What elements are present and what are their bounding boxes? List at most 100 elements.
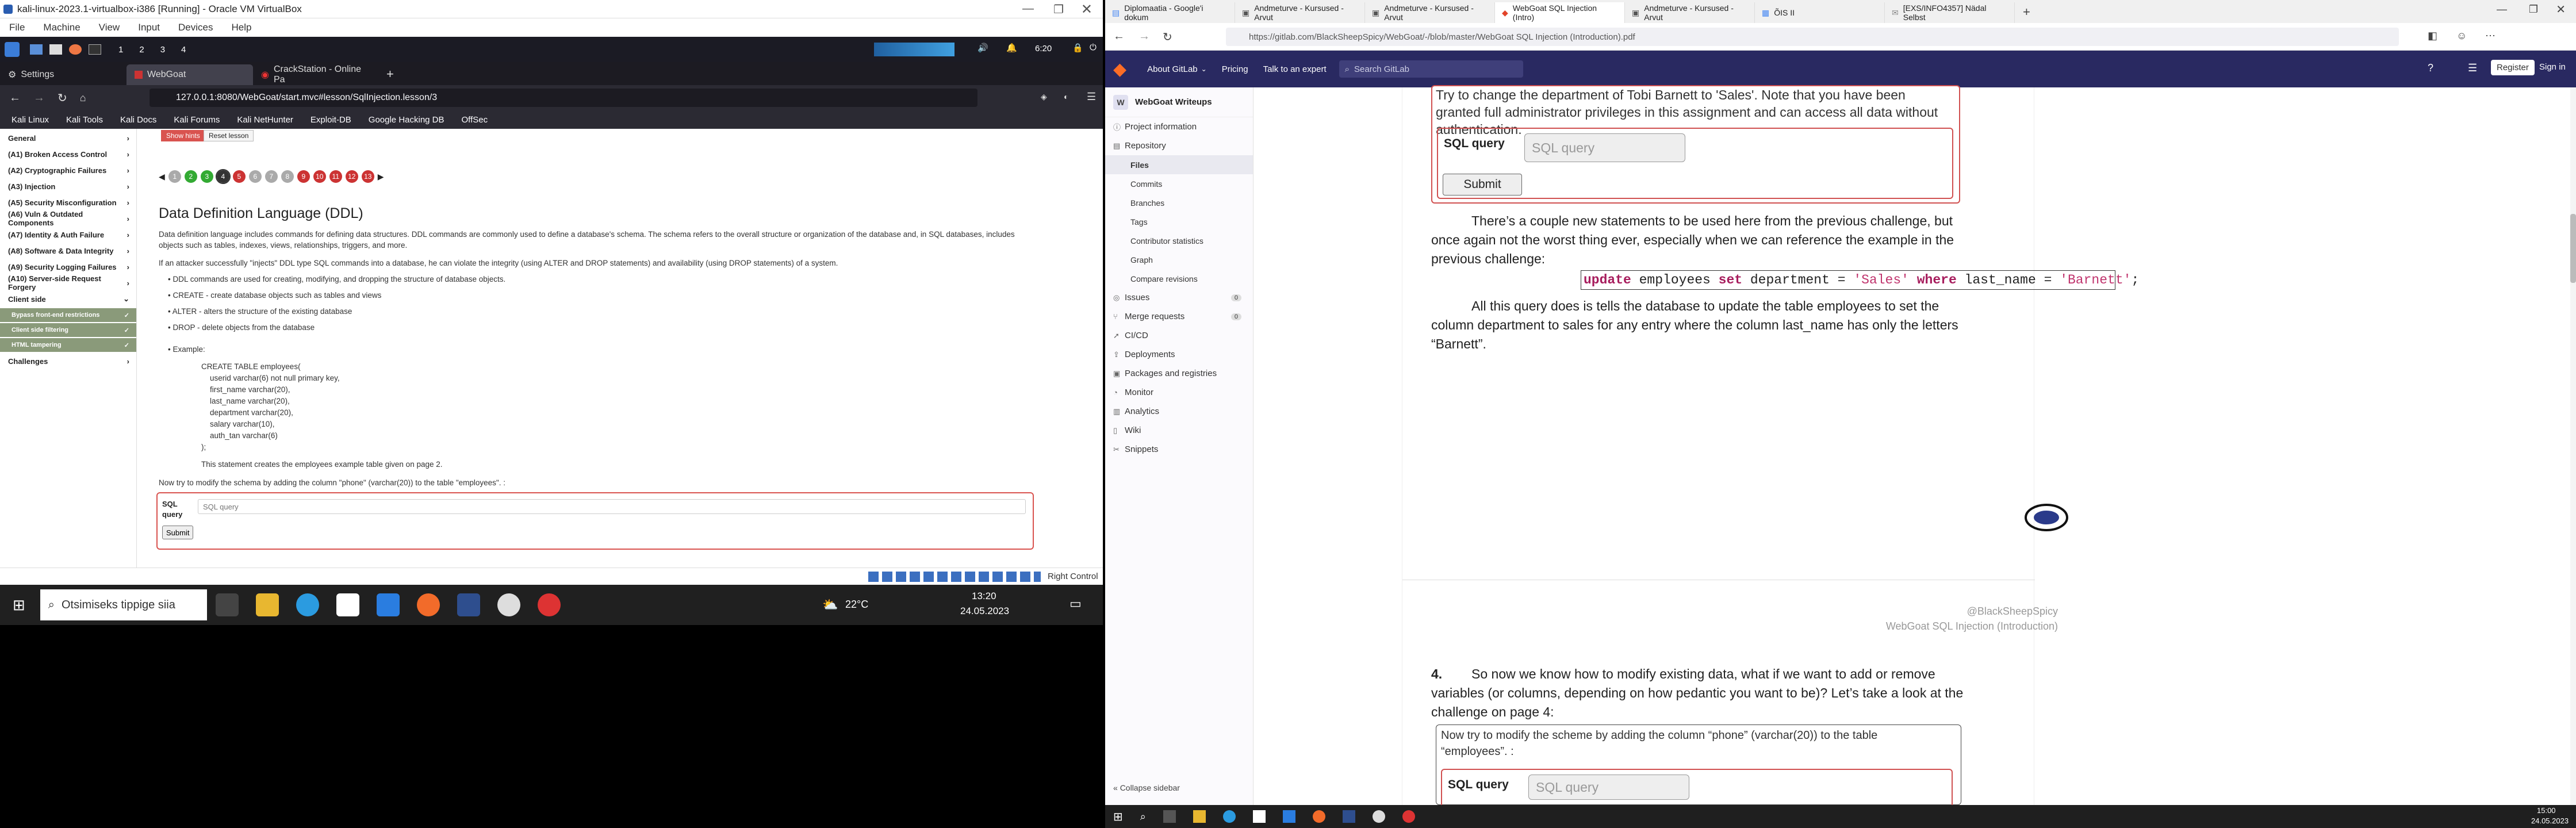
sidebar-item[interactable]: Challenges › [0, 353, 136, 369]
sidebar-item-deployments[interactable]: ⇪ Deployments [1105, 345, 1253, 364]
sidebar-item-commits[interactable]: Commits [1105, 174, 1253, 193]
reload-icon[interactable]: ↻ [1163, 30, 1172, 44]
pocket-icon[interactable]: ◈ [1041, 92, 1047, 102]
page-5[interactable]: 5 [232, 170, 246, 183]
sidebar-item-branches[interactable]: Branches [1105, 193, 1253, 212]
sidebar-item-analytics[interactable]: ▥ Analytics [1105, 402, 1253, 421]
sql-query-input[interactable] [198, 499, 1026, 514]
power-icon[interactable]: ⏻ [1090, 43, 1097, 52]
extensions-icon[interactable]: ◧ [2428, 30, 2437, 42]
profile-icon[interactable]: ☺ [2456, 30, 2467, 42]
page-12[interactable]: 12 [345, 170, 358, 183]
virtualbox-taskbar-icon[interactable] [457, 593, 480, 616]
scrollbar[interactable] [2570, 87, 2576, 805]
menu-icon[interactable]: ☰ [2468, 62, 2477, 74]
extensions-icon[interactable]: ◐ [1064, 92, 1068, 101]
submit-button[interactable]: Submit [162, 526, 194, 539]
browser-tab[interactable]: ▣ Andmeturve - Kursused - Arvut [1625, 2, 1755, 23]
browser-tab[interactable]: ▦ ÕIS II [1755, 2, 1885, 23]
sidebar-item[interactable]: (A6) Vuln & Outdated Components › [0, 210, 136, 227]
forward-icon[interactable]: → [33, 91, 45, 105]
browser-tab[interactable]: ✉ [EXS/INFO4357] Nädal Selbst [1885, 2, 2015, 23]
gitlab-logo-icon[interactable]: ◆ [1113, 59, 1126, 79]
sql-query-input[interactable]: SQL query [1524, 133, 1685, 162]
sidebar-item[interactable]: Client side ⌄ [0, 291, 136, 307]
explorer-icon[interactable] [255, 593, 279, 616]
bookmark-kali-tools[interactable]: Kali Tools [66, 115, 103, 125]
sidebar-item-contributor-statistics[interactable]: Contributor statistics [1105, 231, 1253, 250]
sql-query-input[interactable]: SQL query [1528, 775, 1689, 800]
sidebar-item-tags[interactable]: Tags [1105, 212, 1253, 231]
sidebar-item-issues[interactable]: ◎ Issues 0 [1105, 288, 1253, 307]
windows-start-icon[interactable]: ⊞ [1113, 810, 1123, 824]
task-view-icon[interactable] [1163, 810, 1176, 823]
sidebar-item-monitor[interactable]: ◔ Monitor [1105, 383, 1253, 402]
home-icon[interactable]: ⌂ [80, 92, 86, 104]
edge-icon[interactable] [1222, 810, 1236, 823]
menu-icon[interactable]: ☰ [1087, 91, 1096, 103]
back-icon[interactable]: ← [1113, 30, 1125, 43]
tab-settings[interactable]: ⚙ Settings [0, 64, 126, 85]
page-13[interactable]: 13 [361, 170, 374, 183]
menu-file[interactable]: File [0, 22, 34, 33]
bookmark-kali-linux[interactable]: Kali Linux [12, 115, 49, 125]
url-bar[interactable]: https://gitlab.com/BlackSheepSpicy/WebGo… [1226, 28, 2399, 46]
page-6[interactable]: 6 [248, 170, 262, 183]
page-2[interactable]: 2 [184, 170, 197, 183]
taskbar-search[interactable]: ⌕ Otsimiseks tippige siia [40, 589, 207, 620]
register-button[interactable]: Register [2491, 60, 2535, 75]
bookmark-exploit-db[interactable]: Exploit-DB [310, 115, 351, 125]
workspace-3[interactable]: 3 [160, 45, 165, 55]
firefox-taskbar-icon[interactable] [1312, 810, 1325, 823]
nav-talk-to-expert[interactable]: Talk to an expert [1263, 64, 1327, 74]
sidebar-item[interactable]: (A10) Server-side Request Forgery › [0, 274, 136, 292]
sidebar-item[interactable]: (A3) Injection › [0, 178, 136, 194]
sidebar-item-merge-requests[interactable]: ⑂ Merge requests 0 [1105, 307, 1253, 326]
sidebar-item[interactable]: General › [0, 130, 136, 146]
tab-webgoat[interactable]: WebGoat [126, 64, 253, 85]
minimize-icon[interactable]: — [1022, 2, 1034, 16]
lock-icon[interactable]: 🔒 [1072, 43, 1083, 53]
workspace-2[interactable]: 2 [139, 45, 144, 55]
new-tab-icon[interactable]: + [2023, 5, 2030, 20]
firefox-icon[interactable] [69, 44, 82, 55]
sidebar-item-packages[interactable]: ▣ Packages and registries [1105, 364, 1253, 383]
desktop-icon[interactable] [30, 44, 43, 55]
sidebar-item-snippets[interactable]: ✂ Snippets [1105, 440, 1253, 459]
app-taskbar-icon[interactable] [497, 593, 520, 616]
reset-lesson-button[interactable]: Reset lesson [204, 130, 254, 141]
virtualbox-taskbar-icon[interactable] [1342, 810, 1355, 823]
sidebar-item-repository[interactable]: ▤ Repository [1105, 136, 1253, 155]
forward-icon[interactable]: → [1138, 30, 1150, 43]
sidebar-subitem[interactable]: Client side filtering ✓ [0, 323, 136, 337]
menu-devices[interactable]: Devices [169, 22, 222, 33]
sidebar-item[interactable]: (A1) Broken Access Control › [0, 146, 136, 162]
kali-menu-icon[interactable] [5, 42, 20, 57]
search-icon[interactable]: ⌕ [1140, 811, 1146, 823]
page-10[interactable]: 10 [313, 170, 326, 183]
mail-icon[interactable] [1282, 810, 1295, 823]
nav-pricing[interactable]: Pricing [1222, 64, 1248, 74]
store-icon[interactable] [1252, 810, 1266, 823]
browser-tab[interactable]: ▣ Andmeturve - Kursused - Arvut [1235, 2, 1365, 23]
browser-tab-active[interactable]: ◆ WebGoat SQL Injection (Intro) [1495, 2, 1625, 23]
close-icon[interactable]: ✕ [2556, 2, 2566, 17]
sidebar-item[interactable]: (A2) Cryptographic Failures › [0, 162, 136, 178]
workspace-4[interactable]: 4 [181, 45, 186, 55]
browser-tab[interactable]: ▣ Andmeturve - Kursused - Arvut [1365, 2, 1495, 23]
close-icon[interactable]: ✕ [1081, 1, 1092, 18]
mail-icon[interactable] [376, 593, 400, 616]
sidebar-item-graph[interactable]: Graph [1105, 250, 1253, 269]
firefox-taskbar-icon[interactable] [416, 593, 440, 616]
maximize-icon[interactable]: ❐ [1053, 2, 1064, 17]
notifications-icon[interactable]: ▭ [1070, 596, 1082, 611]
reload-icon[interactable]: ↻ [57, 91, 67, 105]
sidebar-item-compare-revisions[interactable]: Compare revisions [1105, 269, 1253, 288]
weather-icon[interactable]: ⛅ [822, 597, 838, 612]
tab-crackstation[interactable]: ◉ CrackStation - Online Pa [253, 64, 379, 85]
gitlab-search[interactable]: ⌕ Search GitLab [1339, 60, 1523, 78]
sidebar-item[interactable]: (A9) Security Logging Failures › [0, 259, 136, 275]
page-8[interactable]: 8 [281, 170, 294, 183]
back-icon[interactable]: ← [9, 91, 21, 105]
scrollbar-thumb[interactable] [2570, 214, 2576, 283]
